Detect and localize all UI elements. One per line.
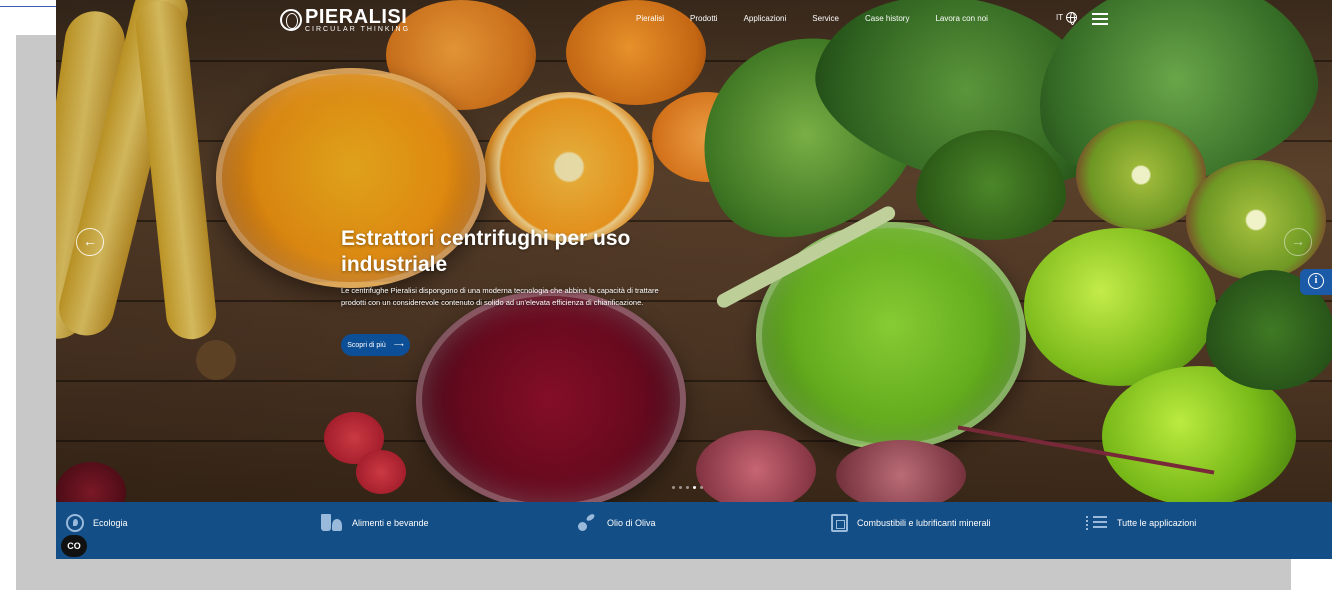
ecology-icon <box>66 513 84 532</box>
pieralisi-logo[interactable]: PIERALISI CIRCULAR THINKING <box>280 6 411 34</box>
slider-pagination <box>672 486 703 489</box>
globe-icon <box>1066 12 1078 25</box>
logo-name: PIERALISI <box>305 6 408 28</box>
fuel-icon <box>831 513 848 532</box>
category-label: Olio di Oliva <box>607 517 656 528</box>
accessibility-badge[interactable]: CO <box>61 535 87 557</box>
cta-label: Scopri di più <box>347 341 386 349</box>
top-navigation: PIERALISI CIRCULAR THINKING Pieralisi Pr… <box>56 0 1332 40</box>
category-label: Ecologia <box>93 517 128 528</box>
hero-image <box>56 0 1332 502</box>
slider-dot[interactable] <box>700 486 703 489</box>
nav-item-pieralisi[interactable]: Pieralisi <box>636 14 664 23</box>
category-label: Combustibili e lubrificanti minerali <box>857 517 991 528</box>
category-olio-di-oliva[interactable]: Olio di Oliva <box>566 502 821 559</box>
language-code: IT <box>1056 13 1064 22</box>
hero-title: Estrattori centrifughi per uso industria… <box>341 227 631 276</box>
category-bar: Ecologia Alimenti e bevande Olio di Oliv… <box>56 502 1332 559</box>
nav-item-case-history[interactable]: Case history <box>865 14 909 23</box>
logo-tagline: CIRCULAR THINKING <box>305 26 411 33</box>
slider-dot[interactable] <box>693 486 696 489</box>
category-ecologia[interactable]: Ecologia <box>56 502 311 559</box>
hamburger-menu-icon[interactable] <box>1092 13 1108 25</box>
nav-item-service[interactable]: Service <box>812 14 839 23</box>
slider-dot[interactable] <box>679 486 682 489</box>
language-selector[interactable]: IT <box>1056 12 1078 25</box>
olive-oil-icon <box>576 514 598 532</box>
discover-more-button[interactable]: Scopri di più ⟶ <box>341 334 410 356</box>
slider-dot[interactable] <box>672 486 675 489</box>
category-label: Alimenti e bevande <box>352 517 429 528</box>
nav-item-applicazioni[interactable]: Applicazioni <box>744 14 787 23</box>
category-label: Tutte le applicazioni <box>1117 517 1197 528</box>
slider-next-button[interactable]: → <box>1284 228 1312 256</box>
food-beverage-icon <box>321 513 343 532</box>
category-tutte-applicazioni[interactable]: Tutte le applicazioni <box>1076 502 1331 559</box>
category-alimenti-bevande[interactable]: Alimenti e bevande <box>311 502 566 559</box>
nav-item-lavora-con-noi[interactable]: Lavora con noi <box>935 14 987 23</box>
info-icon[interactable] <box>1300 269 1332 295</box>
corner-divider <box>0 6 56 7</box>
arrow-right-icon: ⟶ <box>393 342 404 349</box>
logo-ring-icon <box>280 9 302 31</box>
slider-dot[interactable] <box>686 486 689 489</box>
list-icon <box>1086 514 1108 532</box>
nav-item-prodotti[interactable]: Prodotti <box>690 14 718 23</box>
category-combustibili[interactable]: Combustibili e lubrificanti minerali <box>821 502 1076 559</box>
main-menu: Pieralisi Prodotti Applicazioni Service … <box>636 14 1014 23</box>
hero-description: Le centrifughe Pieralisi dispongono di u… <box>341 286 659 307</box>
slider-prev-button[interactable]: ← <box>76 228 104 256</box>
